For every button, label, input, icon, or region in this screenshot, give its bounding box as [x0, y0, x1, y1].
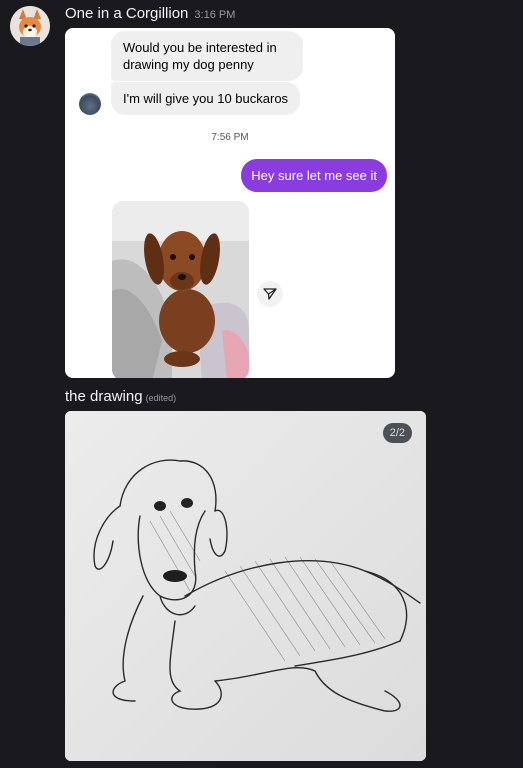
outgoing-message-bubble: Hey sure let me see it — [241, 159, 387, 192]
author-name[interactable]: One in a Corgillion — [65, 5, 188, 22]
edited-label: (edited) — [145, 393, 177, 403]
dachshund-photo — [112, 201, 249, 378]
message-timestamp: 3:16 PM — [194, 9, 236, 21]
incoming-message-bubble: Would you be interested in drawing my do… — [111, 31, 303, 81]
message-group: One in a Corgillion 3:16 PM Would you be … — [0, 0, 523, 385]
message-header: One in a Corgillion 3:16 PM — [65, 5, 235, 22]
dachshund-sketch-image[interactable]: 2/2 — [65, 411, 426, 761]
message-content: the drawing (edited) — [65, 388, 176, 405]
send-icon[interactable] — [257, 281, 283, 307]
chat-screenshot-image[interactable]: Would you be interested in drawing my do… — [65, 28, 395, 378]
sender-avatar-icon — [79, 93, 101, 115]
incoming-message-bubble: I'm will give you 10 buckaros — [111, 82, 301, 115]
corgi-avatar-icon[interactable] — [10, 6, 50, 46]
attachment-counter: 2/2 — [382, 423, 412, 443]
message-text: the drawing — [65, 388, 143, 405]
chat-time-separator: 7:56 PM — [211, 132, 249, 143]
